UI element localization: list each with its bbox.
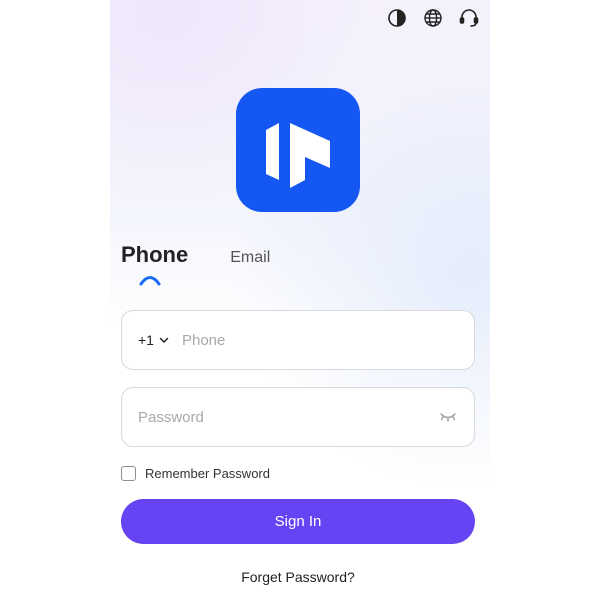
headset-icon[interactable] [458,7,480,29]
remember-password-row: Remember Password [121,466,270,481]
phone-input[interactable] [181,331,458,349]
tab-email[interactable]: Email [230,249,270,268]
password-field [121,387,475,447]
country-code-value: +1 [138,332,154,348]
forgot-password-link[interactable]: Forget Password? [110,569,486,585]
login-screen: Phone Email +1 Remember Password Sign In… [110,0,490,600]
globe-icon[interactable] [422,7,444,29]
active-tab-indicator [139,276,161,286]
sign-in-button[interactable]: Sign In [121,499,475,544]
tab-phone[interactable]: Phone [121,242,188,268]
app-logo [236,88,360,212]
phone-field: +1 [121,310,475,370]
chevron-down-icon [159,337,169,344]
remember-checkbox[interactable] [121,466,136,481]
country-code-select[interactable]: +1 [138,332,170,348]
remember-label: Remember Password [145,466,270,481]
logo-icon [266,123,330,188]
eye-closed-icon[interactable] [438,407,458,427]
top-toolbar [386,7,480,29]
password-input[interactable] [138,408,438,426]
login-tabs: Phone Email [121,242,270,268]
contrast-icon[interactable] [386,7,408,29]
